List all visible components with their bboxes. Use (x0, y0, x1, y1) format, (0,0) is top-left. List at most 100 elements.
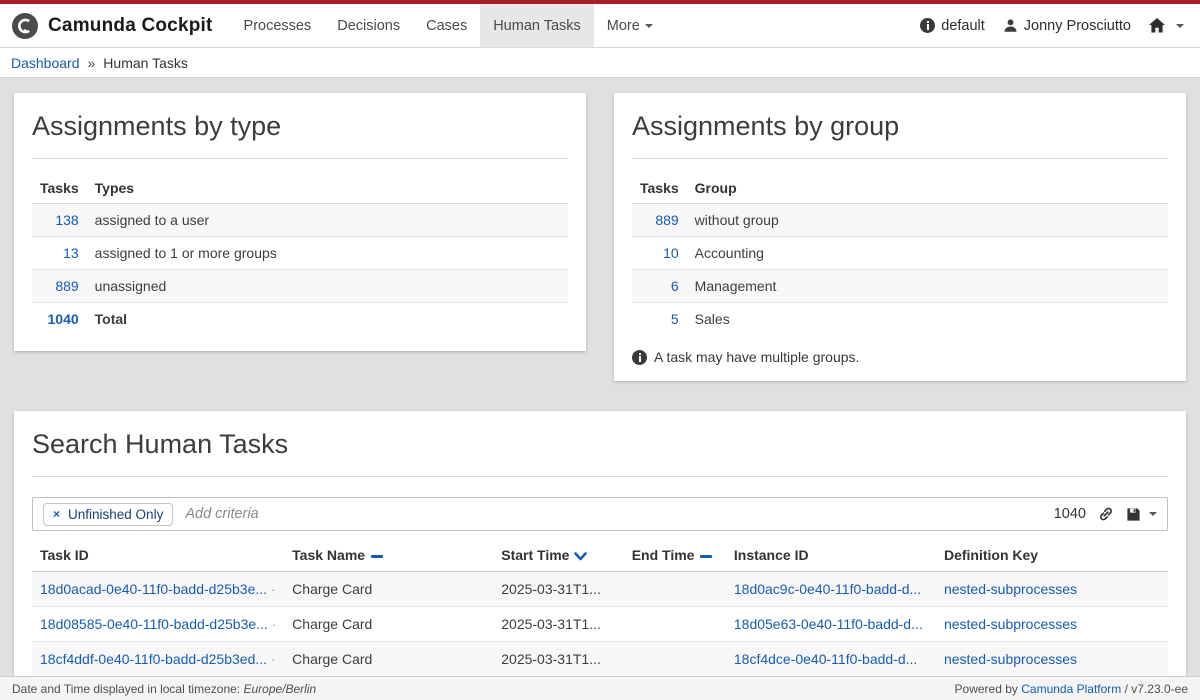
chevron-down-icon (1176, 24, 1184, 28)
camunda-logo-icon (12, 13, 38, 39)
panel-title: Assignments by group (632, 107, 1168, 158)
end-time-cell (624, 572, 726, 607)
end-time-cell (624, 642, 726, 677)
search-tools: 1040 (1054, 506, 1157, 522)
breadcrumb-dashboard-link[interactable]: Dashboard (11, 55, 80, 71)
total-row: 1040 Total (32, 303, 568, 336)
nav-item-cases[interactable]: Cases (413, 4, 480, 47)
engine-selector[interactable]: default (920, 18, 985, 34)
table-row: 18d08585-0e40-11f0-badd-d25b3e...· Charg… (32, 607, 1168, 642)
criteria-pill-label: Unfinished Only (68, 507, 163, 522)
column-header-task-name[interactable]: Task Name (284, 539, 493, 572)
sort-neutral-icon (371, 555, 383, 558)
group-label: Management (687, 270, 1168, 303)
type-label: assigned to 1 or more groups (87, 237, 568, 270)
sort-neutral-icon (700, 555, 712, 558)
search-criteria-bar[interactable]: × Unfinished Only Add criteria 1040 (32, 497, 1168, 531)
remove-criteria-icon[interactable]: × (53, 508, 60, 520)
criteria-pill-unfinished-only[interactable]: × Unfinished Only (43, 503, 173, 526)
table-row: 18cf4ddf-0e40-11f0-badd-d25b3ed... · Char… (32, 642, 1168, 677)
breadcrumb-current: Human Tasks (103, 55, 188, 71)
task-count-link[interactable]: 889 (655, 212, 678, 228)
table-row: 889 unassigned (32, 270, 568, 303)
start-time-cell: 2025-03-31T1... (493, 572, 623, 607)
group-label: Sales (687, 303, 1168, 336)
panel-title: Search Human Tasks (32, 425, 1168, 476)
definition-key-link[interactable]: nested-subprocesses (944, 616, 1077, 632)
task-count-link[interactable]: 6 (671, 278, 679, 294)
column-header-task-id[interactable]: Task ID (32, 539, 284, 572)
breadcrumb-separator: » (88, 55, 96, 71)
assignments-by-group-panel: Assignments by group Tasks Group 889 wit… (614, 93, 1186, 381)
top-navbar: Camunda Cockpit Processes Decisions Case… (0, 4, 1200, 48)
nav-item-processes[interactable]: Processes (231, 4, 325, 47)
camunda-platform-link[interactable]: Camunda Platform (1021, 682, 1121, 696)
app-brand[interactable]: Camunda Cockpit (12, 4, 213, 47)
result-count: 1040 (1054, 506, 1086, 522)
panel-title: Assignments by type (32, 107, 568, 158)
assignments-by-group-table: Tasks Group 889 without group 10 Account… (632, 173, 1168, 335)
column-header-end-time[interactable]: End Time (624, 539, 726, 572)
save-search-dropdown[interactable] (1126, 507, 1157, 522)
task-id-link[interactable]: 18d0acad-0e40-11f0-badd-d25b3e... (40, 581, 267, 597)
app-title: Camunda Cockpit (48, 15, 213, 37)
column-header-definition-key[interactable]: Definition Key (936, 539, 1168, 572)
chevron-down-icon (645, 24, 653, 28)
home-icon (1149, 18, 1165, 33)
nav-item-decisions[interactable]: Decisions (324, 4, 413, 47)
task-count-link[interactable]: 5 (671, 311, 679, 327)
divider (32, 476, 1168, 477)
column-header-types: Types (87, 173, 568, 204)
instance-id-link[interactable]: 18d05e63-0e40-11f0-badd-d... (734, 616, 923, 632)
instance-id-link[interactable]: 18cf4dce-0e40-11f0-badd-d... (734, 651, 917, 667)
user-menu[interactable]: Jonny Prosciutto (1003, 18, 1131, 34)
human-tasks-results-table: Task ID Task Name Start Time End Time In… (32, 539, 1168, 677)
column-header-instance-id[interactable]: Instance ID (726, 539, 936, 572)
task-name-cell: Charge Card (284, 642, 493, 677)
definition-key-link[interactable]: nested-subprocesses (944, 581, 1077, 597)
column-header-start-time[interactable]: Start Time (493, 539, 623, 572)
sort-desc-icon (574, 552, 587, 561)
type-label: unassigned (87, 270, 568, 303)
assignments-by-type-table: Tasks Types 138 assigned to a user 13 as… (32, 173, 568, 335)
dashboard-content: Assignments by type Tasks Types 138 assi… (0, 78, 1200, 681)
add-criteria-placeholder[interactable]: Add criteria (185, 506, 1041, 522)
app-switcher[interactable] (1149, 18, 1184, 33)
info-icon (920, 18, 935, 33)
id-separator: · (271, 582, 275, 597)
powered-by: Powered by Camunda Platform / v7.23.0-ee (955, 682, 1188, 696)
stats-panels-row: Assignments by type Tasks Types 138 assi… (14, 93, 1186, 381)
timezone-note: Date and Time displayed in local timezon… (12, 682, 316, 696)
link-icon (1098, 506, 1114, 522)
nav-item-more[interactable]: More (594, 4, 666, 47)
end-time-cell (624, 607, 726, 642)
task-count-link[interactable]: 13 (63, 245, 79, 261)
engine-name: default (941, 18, 985, 34)
copy-search-link-button[interactable] (1098, 506, 1114, 522)
instance-id-link[interactable]: 18d0ac9c-0e40-11f0-badd-d... (734, 581, 921, 597)
task-count-link[interactable]: 138 (55, 212, 78, 228)
column-header-tasks: Tasks (32, 173, 87, 204)
divider (32, 158, 568, 159)
id-separator: · (272, 617, 276, 632)
task-count-link[interactable]: 10 (663, 245, 679, 261)
info-icon (632, 350, 647, 365)
task-id-link[interactable]: 18d08585-0e40-11f0-badd-d25b3e... (40, 616, 268, 632)
id-separator: · (271, 652, 275, 667)
multiple-groups-note: A task may have multiple groups. (632, 349, 1168, 365)
task-id-link[interactable]: 18cf4ddf-0e40-11f0-badd-d25b3ed... (40, 651, 267, 667)
total-label: Total (87, 303, 568, 336)
nav-item-human-tasks[interactable]: Human Tasks (480, 4, 594, 47)
task-count-link[interactable]: 889 (55, 278, 78, 294)
page-footer: Date and Time displayed in local timezon… (0, 676, 1200, 700)
column-header-group: Group (687, 173, 1168, 204)
total-count-link[interactable]: 1040 (48, 311, 79, 327)
definition-key-link[interactable]: nested-subprocesses (944, 651, 1077, 667)
chevron-down-icon (1149, 512, 1157, 516)
group-label: without group (687, 204, 1168, 237)
table-row: 138 assigned to a user (32, 204, 568, 237)
breadcrumb: Dashboard » Human Tasks (0, 48, 1200, 78)
divider (632, 158, 1168, 159)
table-row: 6 Management (632, 270, 1168, 303)
user-name: Jonny Prosciutto (1024, 18, 1131, 34)
